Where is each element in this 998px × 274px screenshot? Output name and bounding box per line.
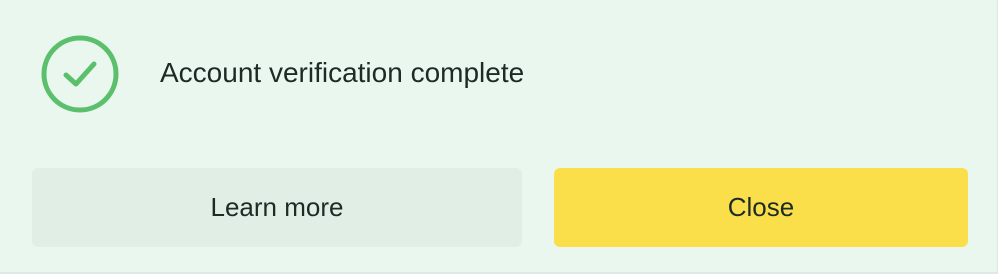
notification-message: Account verification complete — [160, 57, 525, 88]
verification-notification: Account verification complete Learn more… — [0, 0, 998, 274]
learn-more-button[interactable]: Learn more — [32, 168, 522, 247]
check-circle-icon — [40, 34, 120, 114]
close-button[interactable]: Close — [554, 168, 968, 247]
